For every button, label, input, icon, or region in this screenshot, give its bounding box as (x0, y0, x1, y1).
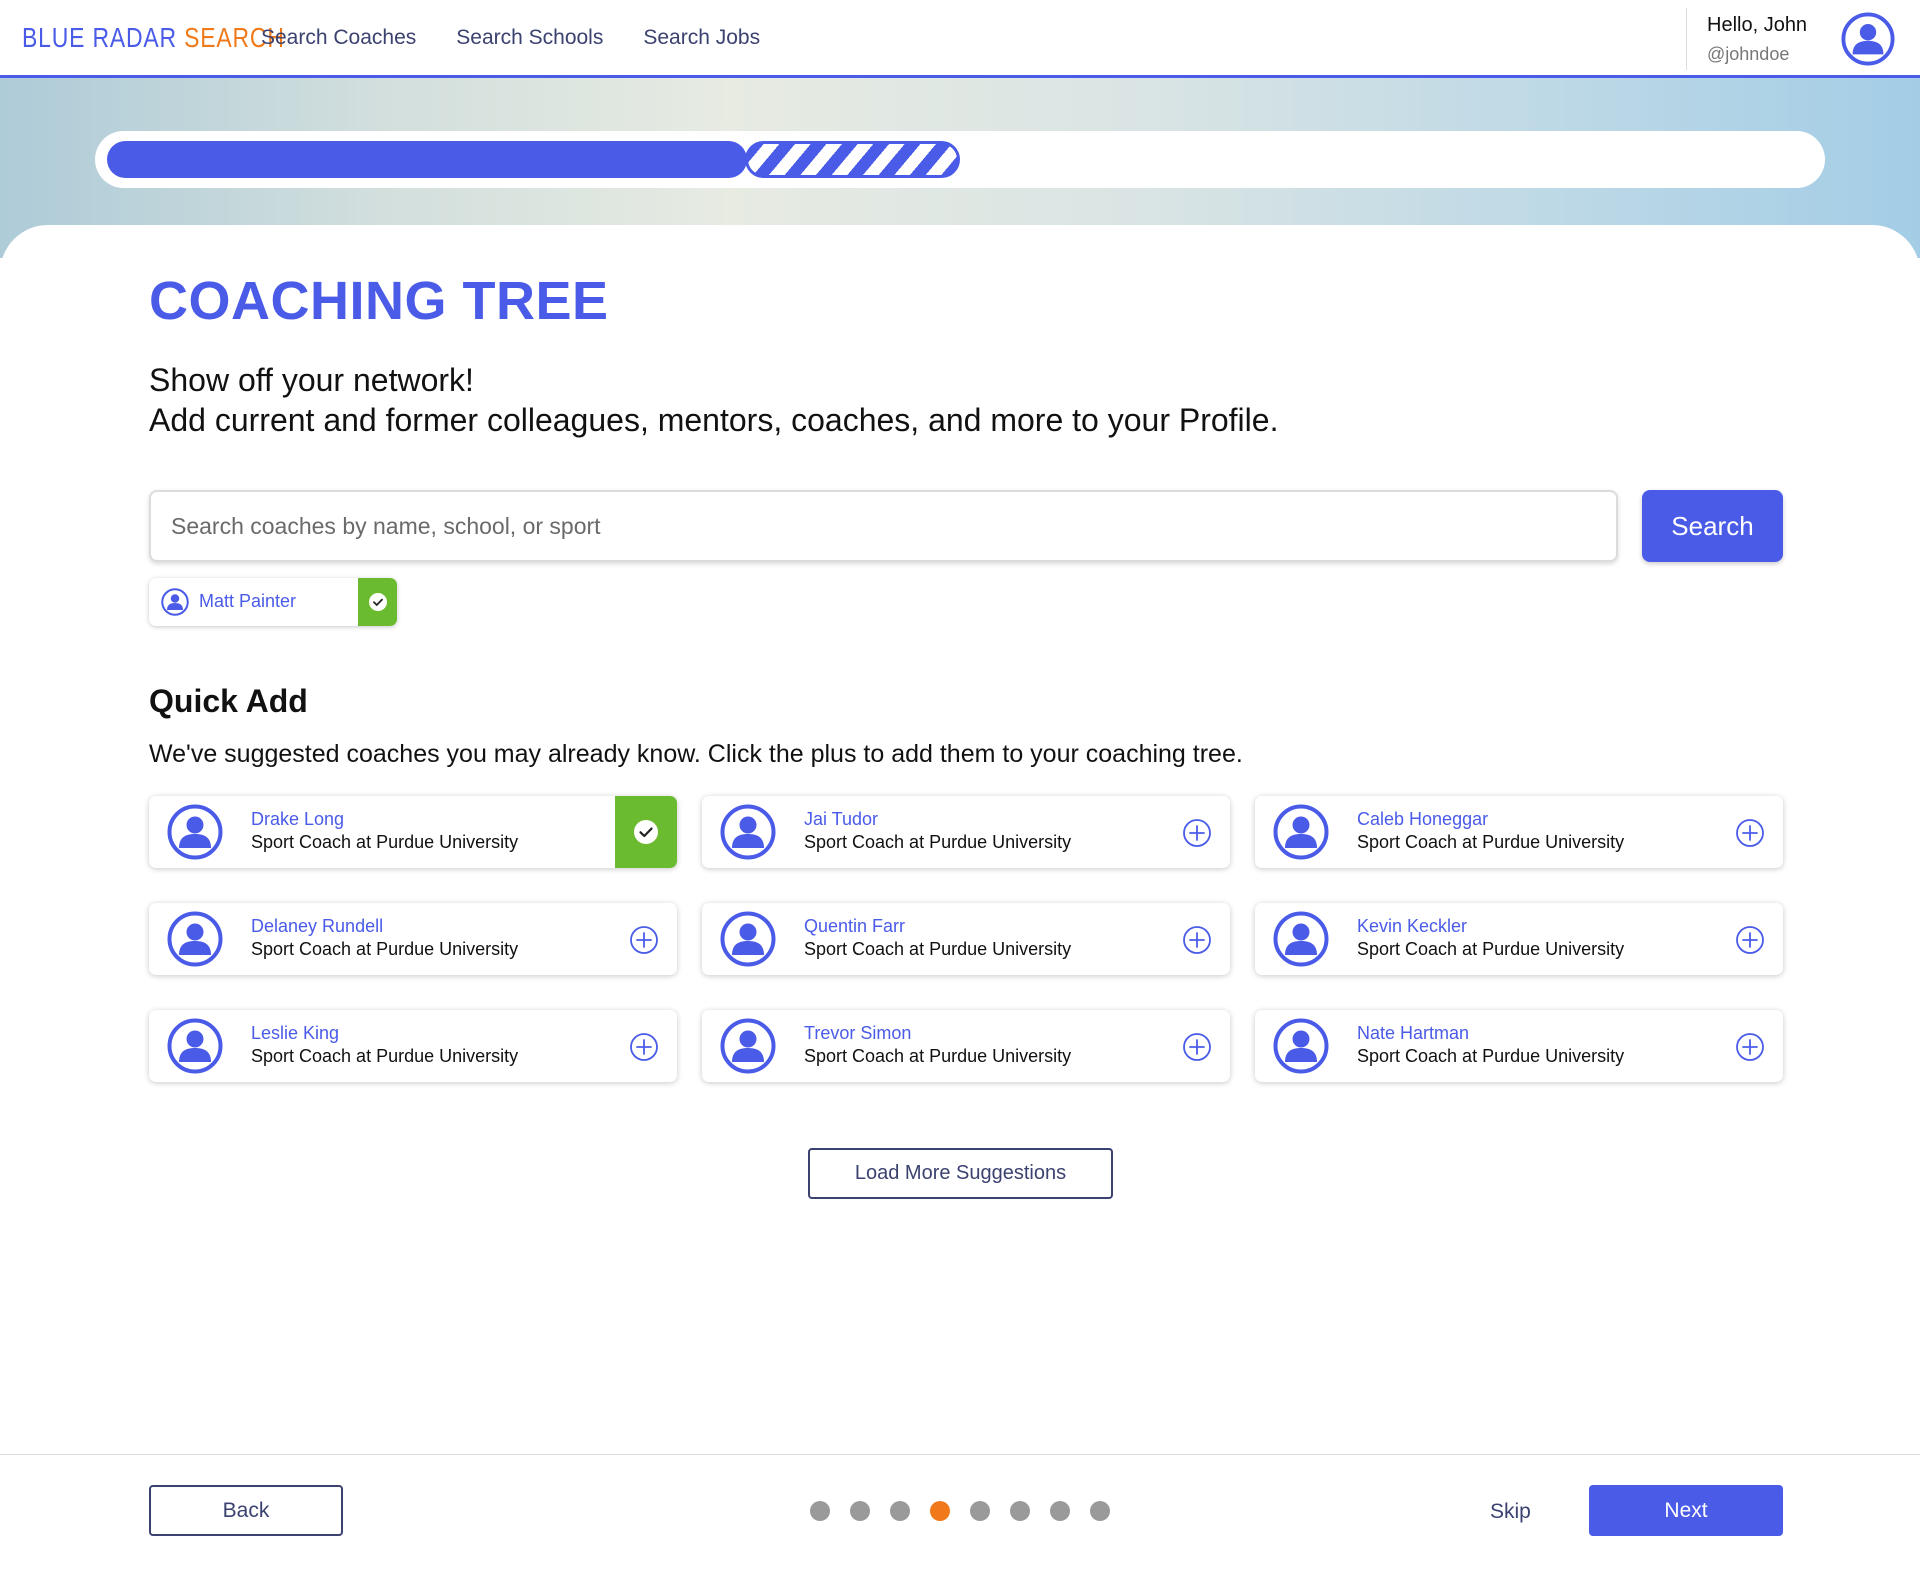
coach-role: Sport Coach at Purdue University (1357, 939, 1625, 959)
plus-circle-icon[interactable] (1182, 1032, 1212, 1062)
back-button[interactable]: Back (149, 1485, 343, 1536)
plus-circle-icon[interactable] (1182, 925, 1212, 955)
top-navbar: BLUE RADAR SEARCH Search Coaches Search … (0, 0, 1920, 78)
check-circle-icon (634, 820, 658, 844)
coach-role: Sport Coach at Purdue University (804, 1046, 1072, 1066)
step-dot (850, 1501, 870, 1521)
user-circle-icon (167, 911, 223, 967)
selected-check-toggle[interactable] (358, 578, 397, 626)
page-intro: Show off your network! Add current and f… (149, 360, 1278, 440)
plus-circle-icon[interactable] (1735, 818, 1765, 848)
coach-role: Sport Coach at Purdue University (804, 939, 1072, 959)
coach-name[interactable]: Drake Long (251, 809, 344, 830)
step-dot-active (930, 1501, 950, 1521)
suggested-coach-card[interactable]: Nate Hartman Sport Coach at Purdue Univer… (1255, 1010, 1783, 1082)
suggested-coach-card[interactable]: Caleb Honeggar Sport Coach at Purdue Univ… (1255, 796, 1783, 868)
suggested-coach-card[interactable]: Drake Long Sport Coach at Purdue Universi… (149, 796, 677, 868)
coach-name[interactable]: Kevin Keckler (1357, 916, 1467, 937)
step-dot (810, 1501, 830, 1521)
suggested-coach-card[interactable]: Quentin Farr Sport Coach at Purdue Univer… (702, 903, 1230, 975)
user-circle-icon (161, 588, 189, 616)
user-circle-icon (1273, 911, 1329, 967)
plus-circle-icon[interactable] (629, 1032, 659, 1062)
coach-role: Sport Coach at Purdue University (251, 1046, 519, 1066)
user-circle-icon (167, 1018, 223, 1074)
coach-role: Sport Coach at Purdue University (251, 939, 519, 959)
step-indicator (810, 1501, 1110, 1521)
user-circle-icon[interactable] (1841, 12, 1895, 66)
plus-circle-icon[interactable] (1735, 1032, 1765, 1062)
user-menu[interactable]: Hello, John @johndoe (1686, 8, 1920, 70)
suggested-coach-card[interactable]: Jai Tudor Sport Coach at Purdue Universit… (702, 796, 1230, 868)
selected-coach-chip[interactable]: Matt Painter (149, 578, 397, 626)
coach-name[interactable]: Nate Hartman (1357, 1023, 1469, 1044)
logo-text-blue: BLUE RADAR (22, 22, 185, 53)
coach-role: Sport Coach at Purdue University (1357, 1046, 1625, 1066)
nav-link-search-schools[interactable]: Search Schools (456, 26, 603, 50)
nav-links: Search Coaches Search Schools Search Job… (261, 26, 760, 50)
brand-logo[interactable]: BLUE RADAR SEARCH (22, 22, 285, 54)
coach-name[interactable]: Trevor Simon (804, 1023, 911, 1044)
nav-link-search-coaches[interactable]: Search Coaches (261, 26, 416, 50)
user-circle-icon (1273, 1018, 1329, 1074)
coach-name[interactable]: Delaney Rundell (251, 916, 383, 937)
skip-link[interactable]: Skip (1490, 1500, 1531, 1524)
coach-search-input[interactable] (149, 490, 1618, 562)
nav-link-search-jobs[interactable]: Search Jobs (643, 26, 760, 50)
plus-circle-icon[interactable] (629, 925, 659, 955)
load-more-suggestions-button[interactable]: Load More Suggestions (808, 1148, 1113, 1199)
coach-name[interactable]: Leslie King (251, 1023, 339, 1044)
step-dot (1050, 1501, 1070, 1521)
intro-line-2: Add current and former colleagues, mento… (149, 402, 1279, 438)
progress-bar-completed (107, 141, 747, 178)
quick-add-title: Quick Add (149, 683, 308, 719)
page-title: COACHING TREE (149, 271, 609, 331)
next-button[interactable]: Next (1589, 1485, 1783, 1536)
suggested-coach-card[interactable]: Kevin Keckler Sport Coach at Purdue Unive… (1255, 903, 1783, 975)
check-circle-icon (368, 593, 387, 611)
added-check-button[interactable] (615, 796, 677, 868)
user-circle-icon (1273, 804, 1329, 860)
suggested-coach-card[interactable]: Trevor Simon Sport Coach at Purdue Univer… (702, 1010, 1230, 1082)
step-dot (1090, 1501, 1110, 1521)
step-dot (890, 1501, 910, 1521)
step-dot (1010, 1501, 1030, 1521)
step-dot (970, 1501, 990, 1521)
selected-coach-name: Matt Painter (199, 591, 297, 611)
user-circle-icon (720, 804, 776, 860)
user-circle-icon (720, 911, 776, 967)
intro-line-1: Show off your network! (149, 362, 474, 398)
coach-name[interactable]: Jai Tudor (804, 809, 878, 830)
plus-circle-icon[interactable] (1182, 818, 1212, 848)
coach-role: Sport Coach at Purdue University (1357, 832, 1625, 852)
progress-bar-current-step (745, 141, 960, 178)
suggested-coach-card[interactable]: Delaney Rundell Sport Coach at Purdue Uni… (149, 903, 677, 975)
user-handle: @johndoe (1707, 44, 1790, 64)
plus-circle-icon[interactable] (1735, 925, 1765, 955)
coach-role: Sport Coach at Purdue University (804, 832, 1072, 852)
coach-name[interactable]: Caleb Honeggar (1357, 809, 1488, 830)
suggested-coach-card[interactable]: Leslie King Sport Coach at Purdue Univers… (149, 1010, 677, 1082)
user-circle-icon (720, 1018, 776, 1074)
user-circle-icon (167, 804, 223, 860)
coach-role: Sport Coach at Purdue University (251, 832, 519, 852)
quick-add-description: We've suggested coaches you may already … (149, 740, 1243, 768)
coach-name[interactable]: Quentin Farr (804, 916, 905, 937)
search-button[interactable]: Search (1642, 490, 1783, 562)
user-greeting: Hello, John (1707, 14, 1808, 36)
